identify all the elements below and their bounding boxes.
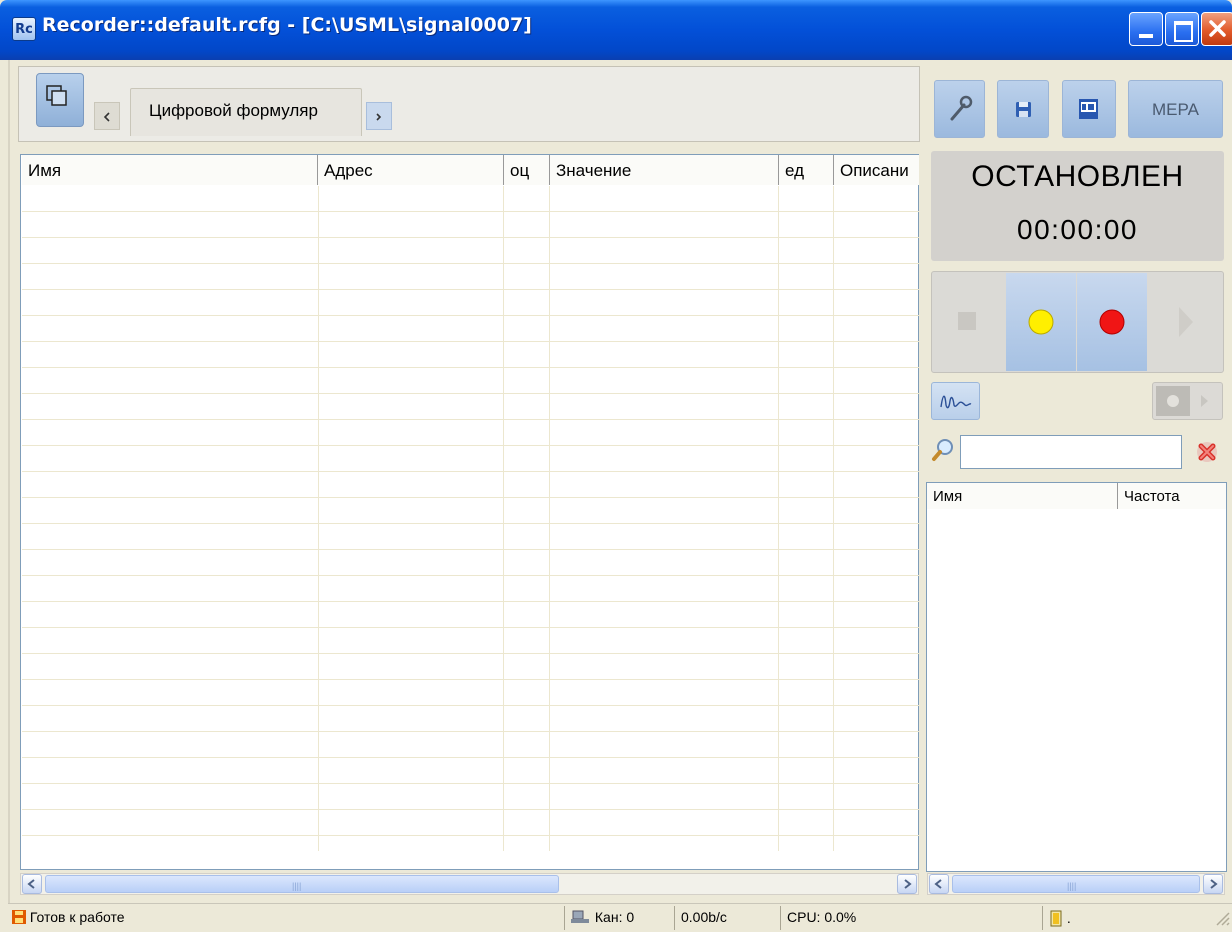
red-circle-icon [1099,309,1125,335]
grid-horizontal-scrollbar[interactable]: |||| [20,873,919,895]
mera-button[interactable]: МЕРА [1128,80,1223,138]
waveform-icon [940,395,972,409]
arrow-right-icon [904,879,912,889]
grid-header: Имя Адрес оц Значение ед Описани [22,155,919,185]
grid-col-divider [778,186,779,851]
document-icon [1079,99,1098,119]
tab-next-button[interactable] [366,102,392,130]
battery-icon [1050,910,1062,927]
column-header-address[interactable]: Адрес [317,155,503,185]
chevron-left-icon [103,112,110,122]
tab-digital-form[interactable]: Цифровой формуляр [130,88,362,136]
tab-prev-button[interactable] [94,102,120,130]
grid-rows [22,186,919,850]
arrow-left-icon [934,879,942,889]
play-button[interactable] [1148,273,1222,371]
column-header-name[interactable]: Имя [22,155,317,185]
channel-scroll-right-button[interactable] [1203,874,1223,894]
channel-list-header: Имя Частота [927,483,1226,509]
channel-scroll-thumb[interactable]: |||| [952,875,1200,893]
status-extra-text: . [1066,910,1071,926]
record-button[interactable] [1077,273,1147,371]
save-status-icon [12,910,26,924]
wrench-icon [950,95,973,121]
channel-list[interactable] [926,482,1227,872]
status-ready-text: Готов к работе [29,909,125,925]
app-icon-text: Rc [15,22,33,37]
document-button[interactable] [1062,80,1116,138]
chevron-right-icon [376,113,382,121]
yellow-circle-icon [1028,309,1054,335]
minimize-button[interactable] [1129,12,1163,46]
scroll-grip-icon: |||| [292,881,302,891]
channels-icon [571,910,589,923]
maximize-button[interactable] [1165,12,1199,46]
scroll-right-button[interactable] [897,874,917,894]
settings-button[interactable] [934,80,985,138]
overlap-windows-icon [46,85,67,106]
column-header-score[interactable]: оц [503,155,549,185]
channel-scroll-left-button[interactable] [929,874,949,894]
status-channels-panel: Кан: 0 [564,906,674,930]
stop-button[interactable] [931,273,1005,371]
recorder-status: ОСТАНОВЛЕН [971,160,1184,193]
status-bar: Готов к работе Кан: 0 0.00b/c CPU: 0.0% … [8,903,1232,932]
column-header-unit[interactable]: ед [778,155,833,185]
stop-icon [958,312,976,330]
save-button[interactable] [997,80,1049,138]
resize-grip-icon[interactable] [1214,910,1230,928]
status-cpu-text: CPU: 0.0% [780,906,1042,930]
status-channels-text: Кан: 0 [594,909,635,925]
windows-toggle-button[interactable] [36,73,84,127]
status-ready-panel: Готов к работе [8,906,564,930]
channel-column-frequency[interactable]: Частота [1117,483,1226,509]
grid-col-divider [549,186,550,851]
channel-column-name[interactable]: Имя [927,483,1117,509]
waveform-button[interactable] [931,382,980,420]
column-header-description[interactable]: Описани [833,155,919,185]
maximize-icon [1174,21,1193,42]
save-icon [1016,102,1031,117]
column-header-value[interactable]: Значение [549,155,778,185]
app-icon[interactable]: Rc [12,17,36,41]
recorder-timer: 00:00:00 [1017,214,1138,245]
grid-col-divider [503,186,504,851]
close-button[interactable] [1201,12,1232,46]
scroll-grip-icon: |||| [1067,881,1077,891]
channel-horizontal-scrollbar[interactable]: |||| [927,873,1225,895]
scroll-left-button[interactable] [22,874,42,894]
search-icon [931,437,957,463]
arrow-left-icon [27,879,35,889]
close-icon [1209,20,1226,37]
status-rate-text: 0.00b/c [674,906,780,930]
grid-col-divider [833,186,834,851]
record-play-button[interactable] [1152,382,1223,420]
scroll-thumb[interactable]: |||| [45,875,559,893]
play-icon [1179,307,1193,337]
grid-col-divider [318,186,319,851]
minimize-icon [1139,34,1153,38]
clear-search-icon[interactable] [1195,440,1219,464]
search-input[interactable] [960,435,1182,469]
window-title: Recorder::default.rcfg - [C:\USML\signal… [42,14,532,36]
record-play-icon [1156,386,1208,416]
pause-button[interactable] [1006,273,1076,371]
arrow-right-icon [1210,879,1218,889]
status-extra-panel: . [1042,906,1198,930]
